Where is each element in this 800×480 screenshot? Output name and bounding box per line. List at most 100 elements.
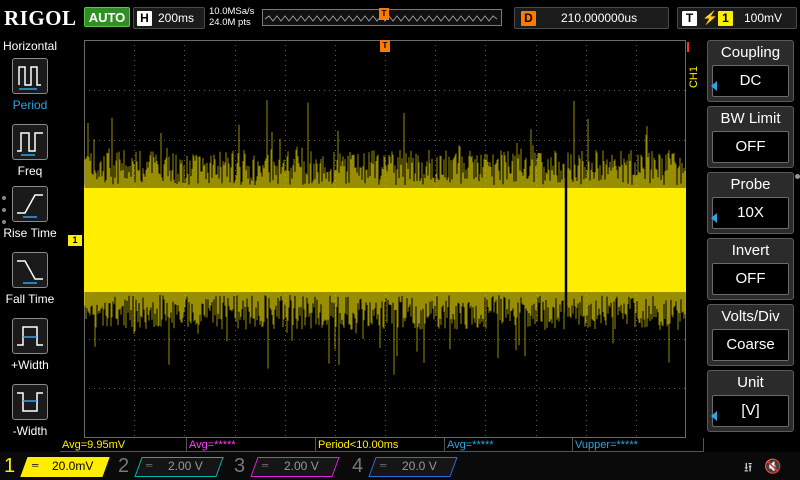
fall-time-icon [12,252,48,288]
menu-item-value: 10X [712,197,789,229]
channel-menu: Coupling DC BW Limit OFF Probe 10X Inver… [704,36,800,438]
horizontal-measure-panel: Horizontal Period Freq Rise Time Fall Ti… [0,36,60,438]
memory-trigger-marker: T [379,8,389,20]
menu-coupling[interactable]: Coupling DC [707,40,794,102]
timebase-value: 200ms [158,11,195,25]
measure-negative-width[interactable]: -Width [0,384,60,448]
brand-logo: RIGOL [4,6,77,30]
channel-status-bar: 1 ═ 20.0mV 2 ═ 2.00 V 3 ═ 2.00 V 4 ═ 20.… [0,452,800,480]
measurement-text: Avg=9.95mV [62,439,126,451]
rising-edge-icon: ⚡ [702,10,719,25]
channel-number: 1 [4,455,16,477]
trigger-level-tick [687,42,689,52]
menu-item-value: Coarse [712,329,789,361]
menu-item-value: OFF [712,131,789,163]
frequency-icon [12,124,48,160]
channel2-status[interactable]: 2 ═ 2.00 V [118,455,228,477]
panel-scroll-indicator [2,196,6,232]
dc-coupling-icon: ═ [32,460,39,470]
menu-item-value: [V] [712,395,789,427]
dc-coupling-icon: ═ [380,460,387,470]
speaker-muted-icon[interactable]: 🔇 [764,458,781,475]
timebase-box[interactable]: H 200ms [133,7,205,29]
measurement-text: Avg=***** [447,439,494,451]
measurement-item[interactable]: Avg=***** [187,438,316,452]
measurement-item[interactable]: Avg=***** [445,438,573,452]
channel1-offset-marker[interactable]: 1 [68,235,82,246]
measure-fall-time[interactable]: Fall Time [0,252,60,316]
memory-depth: 24.0M pts [209,17,251,28]
delay-value: 210.000000us [561,11,638,25]
measure-label: Period [12,98,48,112]
menu-volts-div[interactable]: Volts/Div Coarse [707,304,794,366]
sample-rate: 10.0MSa/s [209,6,255,17]
dc-coupling-icon: ═ [146,460,153,470]
menu-bw-limit[interactable]: BW Limit OFF [707,106,794,168]
channel1-status[interactable]: 1 ═ 20.0mV [4,455,110,477]
sampling-info: 10.0MSa/s 24.0M pts [209,6,254,28]
menu-probe[interactable]: Probe 10X [707,172,794,234]
measurement-bar: Avg=9.95mV Avg=***** Period<10.00ms Avg=… [60,438,704,452]
arrow-left-icon [711,213,717,223]
channel-scale: 2.00 V [168,459,203,473]
panel-title: Horizontal [3,39,58,53]
measure-label: Fall Time [5,292,55,306]
menu-channel-tab: CH1 [688,66,700,89]
measure-label: -Width [12,424,48,438]
channel-number: 2 [118,455,130,477]
menu-invert[interactable]: Invert OFF [707,238,794,300]
negative-width-icon [12,384,48,420]
waveform-grid [84,40,686,438]
menu-item-title: Unit [737,374,764,391]
channel-scale: 20.0mV [52,459,94,473]
measure-label: +Width [11,358,49,372]
positive-width-icon [12,318,48,354]
measure-label: Rise Time [3,226,57,240]
menu-item-title: Coupling [720,44,781,61]
trigger-position-marker[interactable]: T [380,40,390,52]
menu-item-title: Invert [731,242,770,259]
trigger-box[interactable]: T ⚡ 1 100mV [677,7,797,29]
measure-frequency[interactable]: Freq [0,124,60,188]
channel-scale: 20.0 V [402,459,437,473]
measurement-text: Period<10.00ms [318,439,399,451]
usb-icon: ⭿ [744,460,753,475]
measure-positive-width[interactable]: +Width [0,318,60,382]
channel-scale: 2.00 V [284,459,319,473]
run-state-button[interactable]: AUTO [84,7,130,27]
top-status-bar: RIGOL AUTO H 200ms 10.0MSa/s 24.0M pts T… [0,0,800,36]
channel3-status[interactable]: 3 ═ 2.00 V [234,455,344,477]
trigger-source: 1 [718,11,733,26]
menu-item-title: BW Limit [720,110,781,127]
waveform-display[interactable] [84,40,686,438]
menu-unit[interactable]: Unit [V] [707,370,794,432]
delay-key: D [521,11,536,26]
channel4-status[interactable]: 4 ═ 20.0 V [352,455,462,477]
menu-item-value: DC [712,65,789,97]
measurement-text: Vupper=***** [575,439,638,451]
measurement-text: Avg=***** [189,439,236,451]
trigger-level: 100mV [744,11,783,25]
channel-number: 4 [352,455,364,477]
measure-label: Freq [17,164,43,178]
menu-item-value: OFF [712,263,789,295]
measurement-item[interactable]: Vupper=***** [573,438,704,452]
channel1-waveform [84,100,686,375]
arrow-left-icon [711,411,717,421]
measurement-item[interactable]: Avg=9.95mV [60,438,187,452]
memory-overview-bar: T [262,8,502,26]
menu-item-title: Volts/Div [721,308,780,325]
measurement-item[interactable]: Period<10.00ms [316,438,445,452]
timebase-key: H [137,11,152,26]
rise-time-icon [12,186,48,222]
measure-period[interactable]: Period [0,58,60,122]
period-icon [12,58,48,94]
channel-number: 3 [234,455,246,477]
arrow-left-icon [711,81,717,91]
delay-box[interactable]: D 210.000000us [514,7,669,29]
measure-rise-time[interactable]: Rise Time [0,186,60,250]
dc-coupling-icon: ═ [262,460,269,470]
menu-scroll-dot [795,174,800,179]
trigger-key: T [682,11,697,26]
menu-item-title: Probe [730,176,771,193]
